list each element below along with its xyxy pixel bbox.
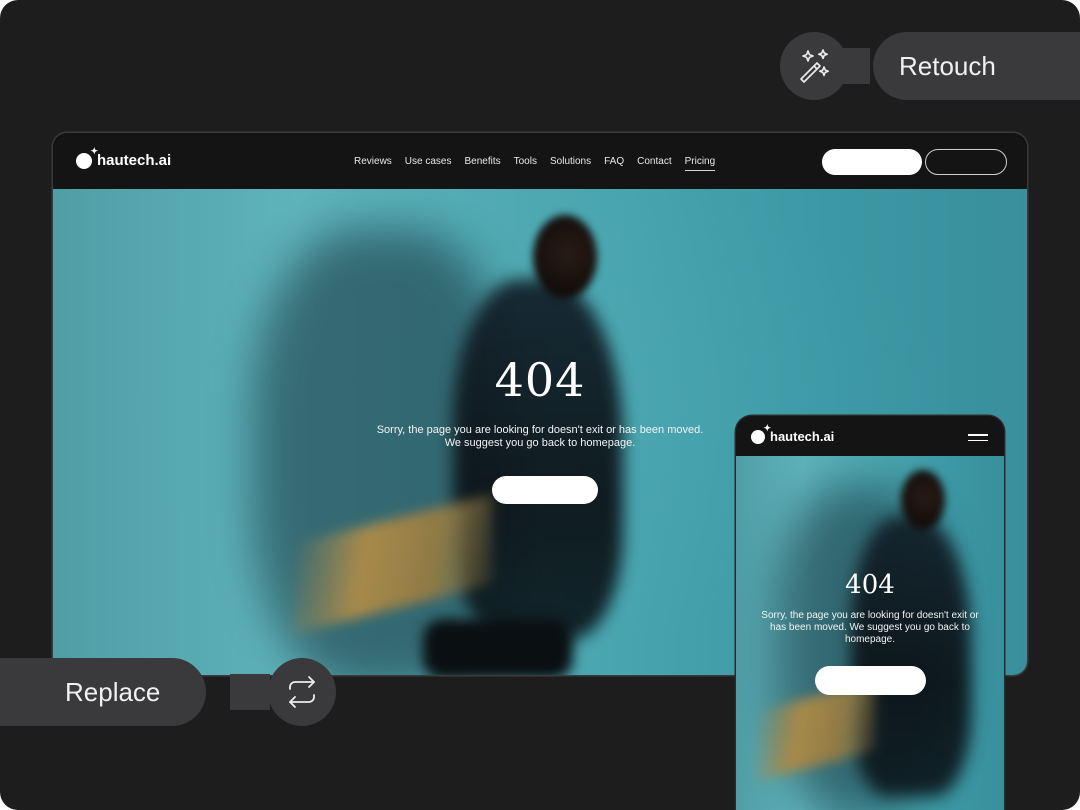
- swap-arrows-icon: [268, 658, 336, 726]
- logo-icon: [751, 423, 771, 444]
- figure-coat: [851, 516, 971, 796]
- brand-name: hautech.ai: [97, 152, 172, 169]
- figure-head: [901, 470, 945, 530]
- replace-label: Replace: [65, 676, 161, 707]
- logo-icon: [76, 146, 98, 169]
- retouch-label-bubble: Retouch: [873, 32, 1080, 100]
- error-code: 404: [494, 353, 586, 407]
- mobile-brand-logo[interactable]: hautech.ai: [751, 423, 835, 444]
- hamburger-menu-icon[interactable]: [968, 434, 988, 445]
- nav-item-contact[interactable]: Contact: [637, 156, 671, 171]
- figure-head: [533, 215, 597, 299]
- primary-nav-button[interactable]: [822, 149, 922, 175]
- nav-item-solutions[interactable]: Solutions: [550, 156, 591, 171]
- top-navigation: hautech.ai Reviews Use cases Benefits To…: [53, 133, 1027, 189]
- nav-menu: Reviews Use cases Benefits Tools Solutio…: [354, 156, 716, 171]
- brand-logo[interactable]: hautech.ai: [76, 146, 172, 169]
- mobile-brand-name: hautech.ai: [770, 429, 835, 444]
- nav-item-tools[interactable]: Tools: [514, 156, 537, 171]
- mobile-error-code: 404: [845, 570, 895, 600]
- nav-item-reviews[interactable]: Reviews: [354, 156, 392, 171]
- nav-item-use-cases[interactable]: Use cases: [405, 156, 452, 171]
- replace-label-bubble: Replace: [0, 658, 206, 726]
- mobile-back-home-button[interactable]: [815, 666, 926, 695]
- nav-item-pricing[interactable]: Pricing: [684, 156, 716, 171]
- retouch-label: Retouch: [899, 50, 996, 81]
- magic-wand-icon: [780, 32, 848, 100]
- badge-connector: [230, 674, 270, 710]
- back-home-button[interactable]: [492, 476, 598, 504]
- showcase-canvas: hautech.ai Reviews Use cases Benefits To…: [0, 0, 1080, 810]
- nav-item-faq[interactable]: FAQ: [604, 156, 624, 171]
- mobile-mockup: hautech.ai 404 Sorry, the page you are l…: [736, 416, 1004, 810]
- figure-legs: [423, 619, 573, 675]
- mobile-error-message: Sorry, the page you are looking for does…: [761, 610, 979, 645]
- nav-item-benefits[interactable]: Benefits: [464, 156, 500, 171]
- secondary-nav-button[interactable]: [925, 149, 1007, 175]
